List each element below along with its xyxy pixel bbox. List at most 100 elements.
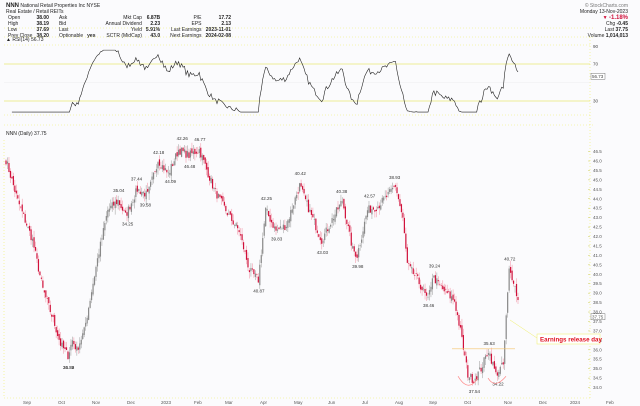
candle-body — [20, 206, 22, 208]
candle-body — [496, 372, 498, 376]
candle-body — [117, 199, 119, 206]
candle-body — [120, 204, 122, 209]
candle-body — [433, 275, 435, 278]
candle-body — [481, 367, 484, 374]
candle-body — [160, 167, 162, 169]
candle-body — [102, 228, 104, 240]
candle-body — [278, 227, 280, 230]
candle-body — [360, 239, 363, 243]
y-tick-label: 45.5 — [593, 168, 602, 173]
candle-body — [402, 212, 404, 218]
y-tick-label: 35.0 — [593, 366, 602, 371]
candle-body — [393, 185, 395, 187]
candle-body — [197, 152, 199, 154]
candle-body — [327, 229, 329, 232]
candle-body — [158, 159, 161, 166]
candle-body — [300, 183, 302, 187]
candle-body — [206, 162, 208, 170]
candle-body — [166, 169, 168, 173]
candle-body — [389, 189, 391, 192]
candle-body — [247, 258, 249, 268]
candle-body — [349, 225, 351, 232]
candle-body — [178, 149, 180, 156]
candle-body — [79, 343, 81, 350]
candle-body — [415, 273, 417, 274]
candle-body — [396, 187, 398, 194]
candle-body — [322, 241, 324, 243]
candle-body — [285, 226, 287, 229]
candle-body — [242, 242, 245, 250]
candle-body — [350, 232, 352, 246]
candle-body — [508, 268, 510, 291]
chart-svg: 46.5 46.0 45.5 45.0 44.5 44.0 43.5 43.0 42.5 42.0… — [3, 27, 614, 405]
candle-body — [484, 355, 487, 359]
candle-body — [191, 148, 193, 154]
candle-body — [123, 209, 125, 211]
candle-body — [27, 226, 29, 229]
candle-body — [439, 283, 441, 285]
candle-body — [453, 299, 456, 302]
candle-body — [507, 292, 509, 313]
candle-body — [517, 297, 519, 301]
y-tick-label: 34.0 — [593, 385, 602, 390]
candle-body — [36, 253, 38, 259]
candle-body — [369, 205, 372, 213]
price-annotation: 43.03 — [317, 250, 329, 255]
candle-body — [225, 205, 227, 212]
candle-body — [253, 269, 255, 275]
candle-body — [8, 163, 10, 172]
candle-body — [90, 292, 93, 301]
candle-body — [62, 340, 65, 349]
candle-body — [126, 212, 128, 216]
y-tick-label: 41.5 — [593, 243, 602, 248]
candle-body — [104, 222, 106, 231]
x-tick-label: 2024 — [570, 400, 581, 405]
candle-body — [299, 183, 301, 192]
candle-body — [222, 196, 224, 202]
candle-body — [132, 202, 134, 203]
candle-body — [471, 374, 473, 383]
candle-body — [458, 314, 460, 326]
candle-body — [135, 188, 137, 197]
candle-body — [33, 237, 35, 248]
candle-body — [170, 163, 172, 176]
candle-body — [256, 274, 258, 275]
candle-body — [141, 192, 143, 196]
candle-body — [216, 191, 218, 199]
candle-body — [474, 378, 476, 381]
candle-body — [42, 280, 44, 288]
candle-body — [408, 263, 410, 264]
candle-body — [452, 294, 454, 300]
candle-body — [310, 210, 313, 215]
price-annotation: 39.24 — [429, 264, 441, 269]
candle-body — [251, 268, 254, 270]
candle-body — [371, 209, 373, 215]
x-tick-label: Mar — [225, 400, 233, 405]
candle-body — [34, 246, 37, 251]
x-tick-label: Oct — [464, 400, 472, 405]
candle-body — [297, 192, 299, 194]
candle-body — [167, 172, 169, 174]
candle-body — [101, 238, 103, 240]
candle-body — [89, 300, 91, 308]
candle-body — [321, 238, 323, 244]
candle-body — [418, 277, 420, 285]
candle-body — [417, 274, 419, 276]
candle-body — [234, 225, 236, 226]
x-tick-label: Jun — [328, 400, 336, 405]
price-annotation: 39.58 — [140, 202, 152, 207]
candle-body — [443, 286, 445, 292]
candle-body — [272, 222, 274, 228]
candle-body — [192, 151, 194, 154]
candle-body — [459, 324, 462, 328]
candle-body — [92, 283, 94, 295]
candle-body — [425, 292, 428, 296]
candle-body — [399, 199, 401, 206]
candle-body — [201, 155, 203, 161]
candle-body — [228, 213, 230, 215]
x-tick-label: Dec — [127, 400, 136, 405]
candle-body — [412, 268, 414, 274]
candle-body — [334, 214, 336, 222]
candle-body — [515, 283, 518, 297]
candle-body — [282, 224, 284, 230]
